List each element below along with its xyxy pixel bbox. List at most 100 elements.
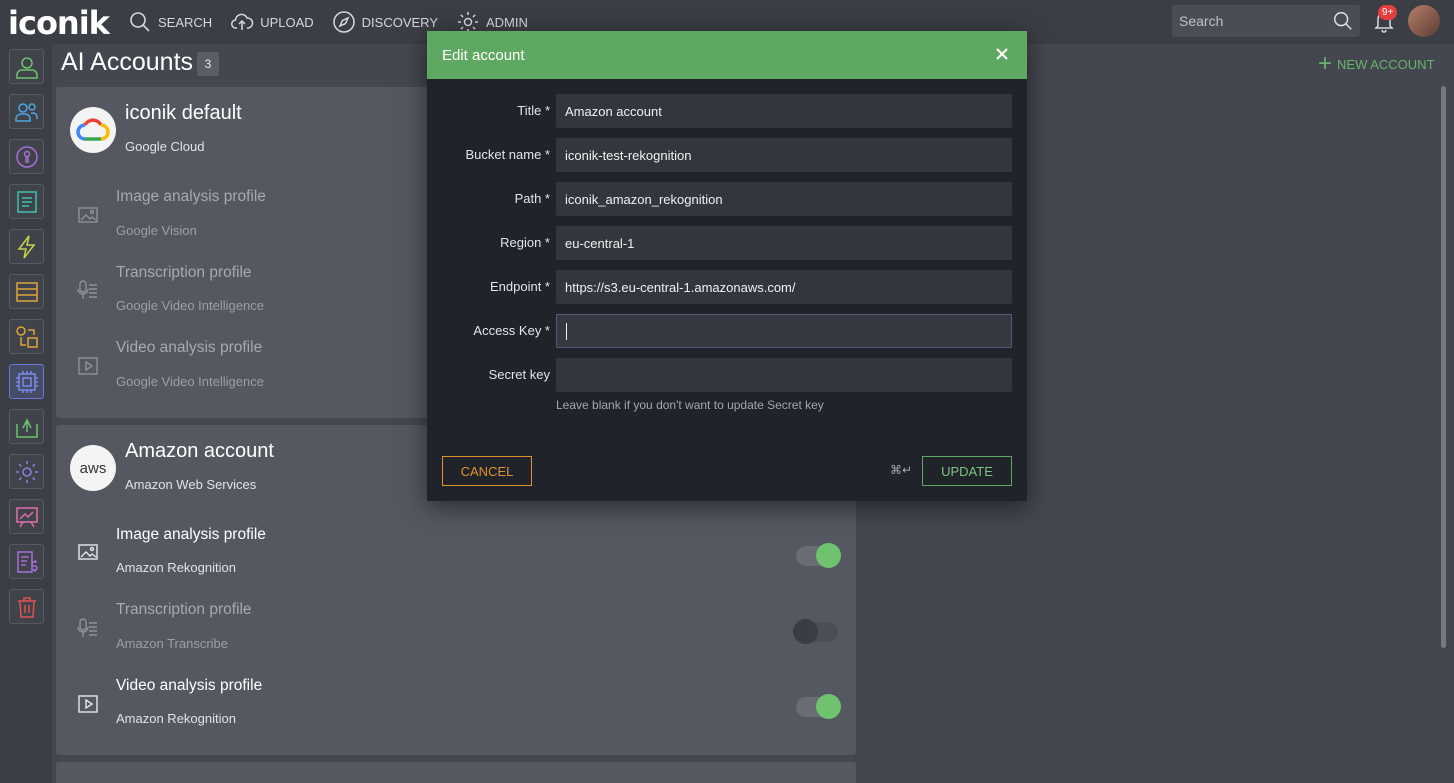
endpoint-field[interactable] (556, 270, 1012, 304)
region-label: Region * (500, 235, 550, 250)
sidebar-item-settings[interactable] (9, 454, 44, 489)
secret-key-field[interactable] (556, 358, 1012, 392)
sidebar-item-billing[interactable] (9, 544, 44, 579)
transcription-icon (77, 280, 97, 299)
profile-title: Video analysis profile (116, 339, 263, 356)
sidebar-item-transcoders[interactable] (9, 319, 44, 354)
secret-key-row: Secret key (427, 358, 1027, 392)
nav-upload-label: UPLOAD (260, 14, 314, 30)
profile-service: Google Video Intelligence (116, 298, 264, 313)
export-icon (15, 417, 38, 438)
region-row: Region * (427, 226, 1027, 260)
chip-icon (15, 370, 38, 393)
account-card (56, 762, 856, 783)
access-key-label: Access Key * (473, 323, 550, 338)
sidebar-item-security[interactable] (9, 139, 44, 174)
toggle-knob (816, 543, 841, 568)
path-row: Path * (427, 182, 1027, 216)
secret-key-label: Secret key (488, 367, 550, 382)
compass-icon (332, 11, 355, 33)
toggle-knob (816, 694, 841, 719)
profile-service: Amazon Rekognition (116, 560, 236, 575)
close-icon[interactable] (993, 45, 1011, 63)
path-label: Path * (514, 191, 550, 206)
trash-icon (17, 596, 36, 618)
account-title: iconik default (125, 102, 242, 124)
keyboard-shortcut-hint: ⌘↵ (890, 463, 913, 477)
profile-service: Amazon Transcribe (116, 636, 228, 651)
image-icon (78, 544, 98, 560)
title-label: Title * (517, 103, 550, 118)
profile-title: Transcription profile (116, 601, 252, 618)
new-account-label: NEW ACCOUNT (1337, 56, 1435, 72)
image-analysis-toggle[interactable] (796, 543, 841, 568)
region-field[interactable] (556, 226, 1012, 260)
account-provider: Google Cloud (125, 139, 205, 154)
text-caret (566, 323, 567, 340)
image-icon (78, 207, 98, 223)
transcription-icon (77, 618, 97, 637)
update-button[interactable]: UPDATE (922, 456, 1012, 486)
account-provider: Amazon Web Services (125, 477, 257, 492)
notification-badge: 9+ (1378, 5, 1398, 20)
nav-upload[interactable]: UPLOAD (230, 8, 314, 36)
nav-search[interactable]: SEARCH (128, 8, 212, 36)
iconik-logo[interactable]: iconik (8, 4, 110, 42)
cloud-upload-icon (231, 13, 254, 30)
aws-logo-text: aws (79, 459, 107, 477)
sidebar-item-metadata[interactable] (9, 184, 44, 219)
bucket-name-field[interactable] (556, 138, 1012, 172)
sidebar-item-ai-accounts[interactable] (9, 364, 44, 399)
access-key-row: Access Key * (427, 314, 1027, 348)
video-analysis-toggle[interactable] (796, 694, 841, 719)
profile-service: Google Video Intelligence (116, 374, 264, 389)
endpoint-label: Endpoint * (490, 279, 550, 294)
user-icon (15, 56, 38, 79)
users-icon (14, 102, 38, 122)
sidebar-item-exports[interactable] (9, 409, 44, 444)
admin-sidebar (0, 44, 52, 783)
toggle-knob (793, 619, 818, 644)
search-icon (130, 12, 150, 32)
sidebar-item-automations[interactable] (9, 229, 44, 264)
new-account-button[interactable]: + NEW ACCOUNT (1318, 50, 1435, 77)
dialog-title: Edit account (442, 46, 525, 64)
profile-title: Video analysis profile (116, 677, 263, 694)
avatar[interactable] (1408, 5, 1440, 37)
plus-icon: + (1318, 50, 1333, 77)
edit-account-dialog: Edit account Title * Bucket name * Path … (427, 31, 1027, 501)
profile-title: Image analysis profile (116, 526, 266, 543)
global-search-input[interactable] (1172, 5, 1322, 37)
cancel-button[interactable]: CANCEL (442, 456, 532, 486)
sidebar-item-statistics[interactable] (9, 499, 44, 534)
bucket-name-label: Bucket name * (465, 147, 550, 162)
nav-search-label: SEARCH (158, 14, 213, 30)
sidebar-item-trash[interactable] (9, 589, 44, 624)
nav-discovery-label: DISCOVERY (361, 14, 438, 30)
path-field[interactable] (556, 182, 1012, 216)
nav-discovery[interactable]: DISCOVERY (332, 8, 438, 36)
transcription-toggle[interactable] (793, 619, 838, 644)
nav-admin-label: ADMIN (486, 14, 528, 30)
gear-icon (15, 460, 38, 483)
access-key-field[interactable] (556, 314, 1012, 348)
sidebar-item-user[interactable] (9, 49, 44, 84)
scrollbar[interactable] (1441, 86, 1446, 648)
lightning-icon (16, 235, 36, 258)
sidebar-item-storage[interactable] (9, 274, 44, 309)
aws-logo: aws (70, 445, 116, 491)
video-icon (78, 695, 98, 713)
title-field[interactable] (556, 94, 1012, 128)
profile-service: Amazon Rekognition (116, 711, 236, 726)
account-count-badge: 3 (197, 52, 219, 76)
storage-icon (15, 281, 38, 302)
secret-key-hint: Leave blank if you don't want to update … (556, 398, 824, 412)
google-cloud-icon (70, 107, 116, 153)
search-icon[interactable] (1332, 10, 1354, 32)
sidebar-item-groups[interactable] (9, 94, 44, 129)
endpoint-row: Endpoint * (427, 270, 1027, 304)
presentation-chart-icon (15, 506, 38, 527)
bucket-name-row: Bucket name * (427, 138, 1027, 172)
profile-service: Google Vision (116, 223, 197, 238)
invoice-icon (16, 550, 38, 573)
